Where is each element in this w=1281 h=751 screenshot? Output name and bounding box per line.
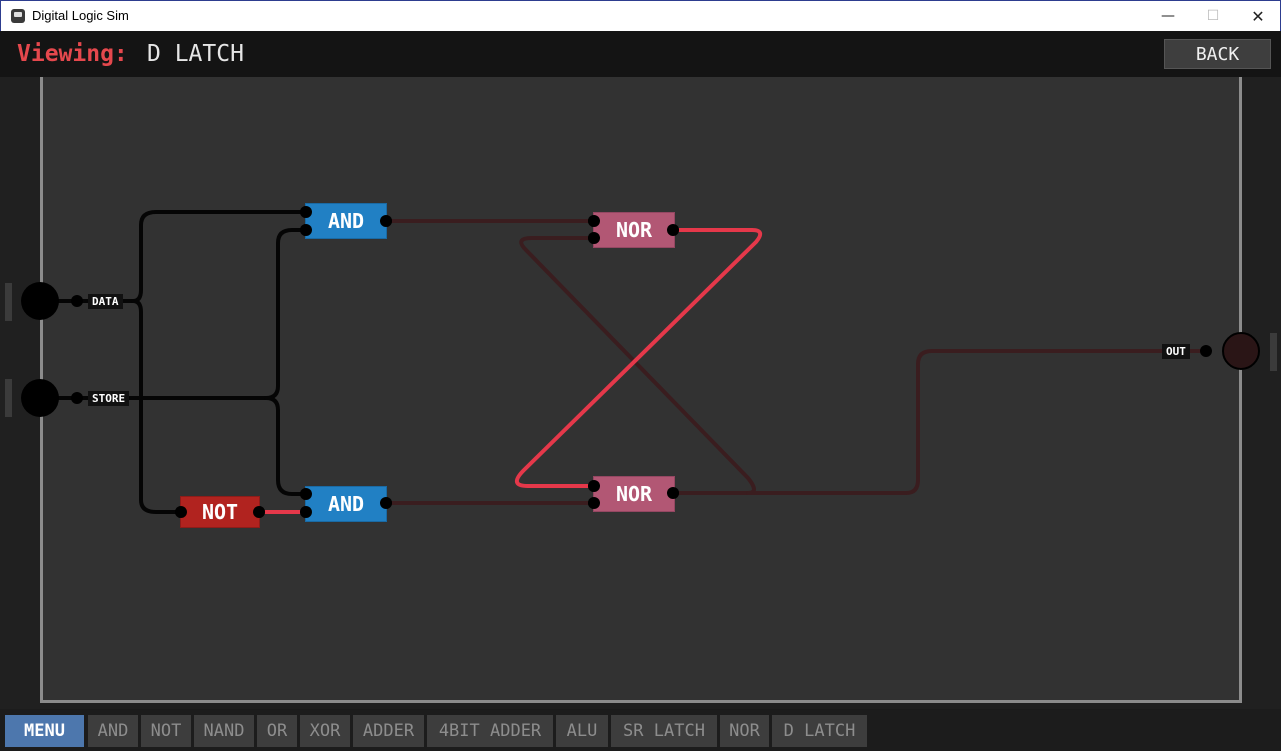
- store-pin-label: STORE: [88, 391, 130, 406]
- toolbar-item-sr-latch[interactable]: SR LATCH: [611, 715, 717, 747]
- out-pin-label: OUT: [1162, 344, 1190, 359]
- toolbar-item-nor[interactable]: NOR: [720, 715, 769, 747]
- nor-gate-top[interactable]: NOR: [593, 212, 675, 248]
- toolbar-item-not[interactable]: NOT: [141, 715, 191, 747]
- toolbar-item-adder[interactable]: ADDER: [353, 715, 424, 747]
- and-gate-bottom[interactable]: AND: [305, 486, 387, 522]
- menu-button[interactable]: MENU: [5, 715, 84, 747]
- data-input-toggle: [21, 282, 59, 320]
- chip-toolbar: MENU AND NOT NAND OR XOR ADDER 4BIT ADDE…: [0, 709, 1281, 751]
- data-pin-label: DATA: [88, 294, 123, 309]
- toolbar-item-xor[interactable]: XOR: [300, 715, 350, 747]
- wire-data-to-not: [131, 299, 183, 514]
- not-gate[interactable]: NOT: [180, 496, 260, 528]
- circuit-wires: [21, 206, 1260, 518]
- toolbar-item-alu[interactable]: ALU: [556, 715, 608, 747]
- toolbar-item-4bit-adder[interactable]: 4BIT ADDER: [427, 715, 553, 747]
- wire-data-to-and-top: [56, 210, 308, 303]
- out-output-indicator: [1222, 332, 1260, 370]
- store-input-toggle: [21, 379, 59, 417]
- toolbar-item-and[interactable]: AND: [88, 715, 138, 747]
- nor-gate-bottom[interactable]: NOR: [593, 476, 675, 512]
- toolbar-item-nand[interactable]: NAND: [194, 715, 254, 747]
- and-gate-top[interactable]: AND: [305, 203, 387, 239]
- toolbar-item-d-latch[interactable]: D LATCH: [772, 715, 867, 747]
- wire-nor-top-feedback: [515, 228, 763, 488]
- wire-nor-bottom-to-out: [746, 349, 1208, 495]
- wire-store-to-and-bottom: [264, 396, 308, 496]
- wire-store-to-and-top: [56, 228, 308, 400]
- toolbar-item-or[interactable]: OR: [257, 715, 297, 747]
